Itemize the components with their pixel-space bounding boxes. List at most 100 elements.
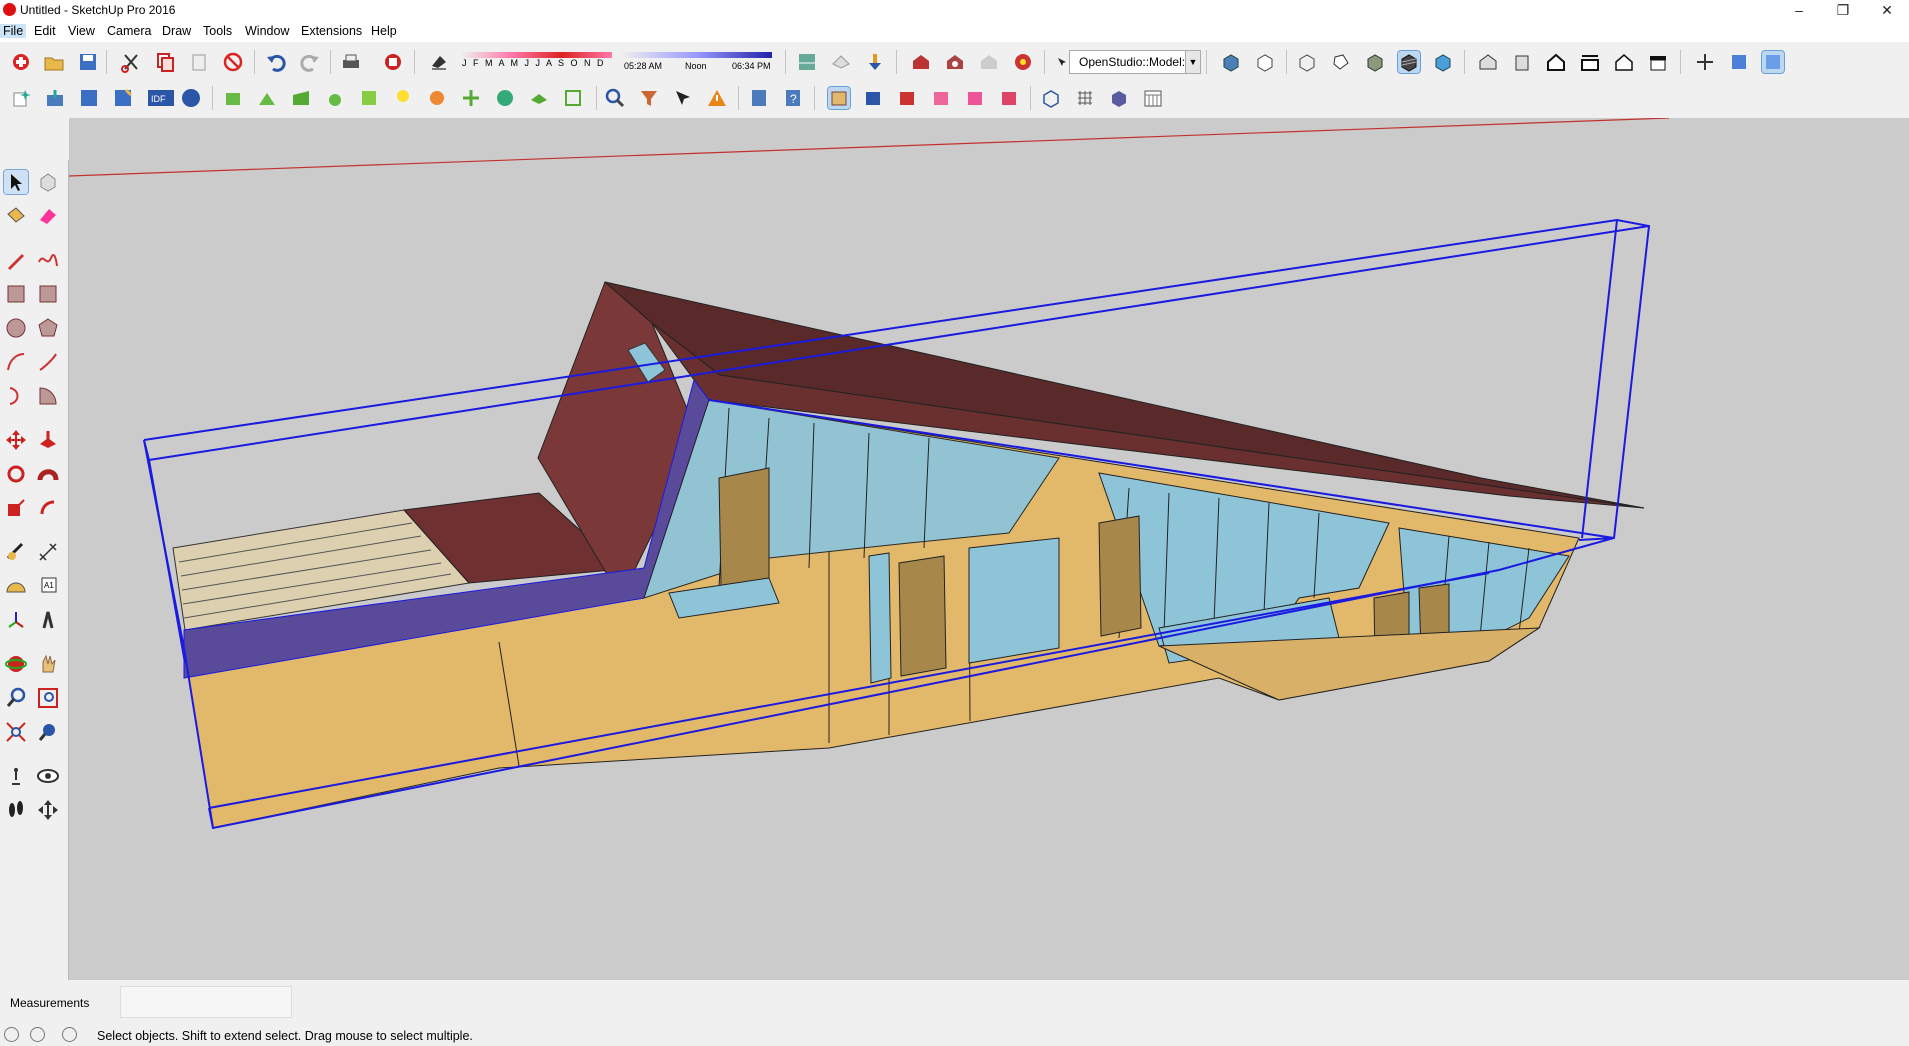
save-openstudio-model-icon[interactable] [78, 87, 100, 109]
previous-view-icon[interactable] [36, 720, 60, 744]
follow-me-icon[interactable] [36, 462, 60, 486]
zoom-extents-icon[interactable] [4, 720, 28, 744]
circle-icon[interactable] [4, 316, 28, 340]
menu-view[interactable]: View [65, 24, 98, 38]
bottom-view-icon[interactable] [1647, 51, 1669, 73]
display-section-cuts-icon[interactable] [1761, 50, 1785, 74]
erase-delete-icon[interactable] [222, 51, 244, 73]
new-interior-partition-icon[interactable] [290, 87, 312, 109]
new-model-icon[interactable] [10, 51, 32, 73]
walk-footprints-icon[interactable] [4, 798, 28, 822]
credits-info-icon[interactable] [30, 1027, 45, 1042]
model-info-icon[interactable] [382, 51, 404, 73]
share-model-icon[interactable] [944, 51, 966, 73]
geo-status-icon[interactable] [4, 1027, 19, 1042]
date-slider[interactable]: J F M A M J J A S O N D [462, 52, 612, 72]
section-plane-icon[interactable] [1694, 51, 1716, 73]
open-openstudio-model-icon[interactable] [44, 87, 66, 109]
export-idf-icon[interactable] [180, 87, 202, 109]
chevron-down-icon[interactable]: ▼ [1185, 51, 1200, 73]
monochrome-icon[interactable] [1432, 51, 1454, 73]
shaded-icon[interactable] [1364, 51, 1386, 73]
geo-location-icon[interactable] [796, 51, 818, 73]
paint-bucket-icon[interactable] [4, 204, 28, 228]
menu-tools[interactable]: Tools [200, 24, 235, 38]
zoom-icon[interactable] [4, 686, 28, 710]
front-view-house-icon[interactable] [1545, 51, 1567, 73]
back-view-icon[interactable] [1579, 51, 1601, 73]
share-component-icon[interactable] [978, 51, 1000, 73]
menu-file[interactable]: File [0, 24, 27, 38]
new-daylighting-icon[interactable] [358, 87, 380, 109]
menu-edit[interactable]: Edit [31, 24, 59, 38]
render-by-story-icon[interactable] [998, 87, 1020, 109]
show-all-icon[interactable] [1040, 87, 1062, 109]
account-icon[interactable] [62, 1027, 77, 1042]
help-icon[interactable]: ? [782, 87, 804, 109]
render-by-class-icon[interactable] [748, 87, 770, 109]
import-idf-icon[interactable]: IDF [146, 87, 176, 109]
minimize-button[interactable]: – [1777, 0, 1821, 22]
new-thermal-zone-icon[interactable] [324, 87, 346, 109]
add-location-icon[interactable] [830, 51, 852, 73]
show-grid-icon[interactable] [1074, 87, 1096, 109]
redo-icon[interactable] [299, 51, 321, 73]
orbit-icon[interactable] [4, 652, 28, 676]
close-button[interactable]: ✕ [1865, 0, 1909, 22]
3d-text-icon[interactable] [36, 608, 60, 632]
show-box-icon[interactable] [1108, 87, 1130, 109]
new-luminaire-icon[interactable] [460, 87, 482, 109]
rectangle-icon[interactable] [4, 282, 28, 306]
warning-icon[interactable] [706, 87, 728, 109]
render-by-surface-type-icon[interactable] [827, 86, 851, 110]
shadow-settings-icon[interactable] [428, 51, 450, 73]
extension-warehouse-icon[interactable] [1012, 51, 1034, 73]
undo-icon[interactable] [265, 51, 287, 73]
wireframe-icon[interactable] [1330, 51, 1352, 73]
time-slider[interactable]: 05:28 AM Noon 06:34 PM [622, 52, 772, 72]
line-pencil-icon[interactable] [4, 248, 28, 272]
space-attributes-icon[interactable] [528, 87, 550, 109]
display-section-planes-icon[interactable] [1728, 51, 1750, 73]
pan-hand-icon[interactable] [36, 652, 60, 676]
move-icon[interactable] [4, 428, 28, 452]
menu-window[interactable]: Window [242, 24, 292, 38]
section-plane-tool-icon[interactable] [36, 798, 60, 822]
axes-icon[interactable] [4, 608, 28, 632]
xray-icon[interactable] [1296, 51, 1318, 73]
new-shading-group-icon[interactable] [256, 87, 278, 109]
render-by-boundary-icon[interactable] [862, 87, 884, 109]
protractor-icon[interactable] [4, 574, 28, 598]
tape-measure-icon[interactable] [4, 540, 28, 564]
eraser-icon[interactable] [36, 204, 60, 228]
shaded-textures-icon[interactable] [1397, 50, 1421, 74]
menu-camera[interactable]: Camera [104, 24, 154, 38]
copy-icon[interactable] [154, 51, 176, 73]
arc-icon[interactable] [4, 350, 28, 374]
standard-iso-house-icon[interactable] [1477, 51, 1499, 73]
render-by-thermal-zone-icon[interactable] [964, 87, 986, 109]
polygon-icon[interactable] [36, 316, 60, 340]
new-illuminance-map-icon[interactable] [392, 87, 414, 109]
push-pull-icon[interactable] [36, 428, 60, 452]
surface-matching-icon[interactable] [494, 87, 516, 109]
zoom-window-icon[interactable] [36, 686, 60, 710]
look-around-eye-icon[interactable] [36, 764, 60, 788]
restore-button[interactable]: ❐ [1821, 0, 1865, 22]
paste-icon[interactable] [188, 51, 210, 73]
render-by-construction-icon[interactable] [896, 87, 918, 109]
offset-icon[interactable] [36, 496, 60, 520]
calendar-icon[interactable] [1142, 87, 1164, 109]
iso-view-icon[interactable] [1220, 51, 1242, 73]
menu-help[interactable]: Help [368, 24, 400, 38]
search-icon[interactable] [604, 87, 626, 109]
scale-icon[interactable] [4, 496, 28, 520]
render-by-space-type-icon[interactable] [930, 87, 952, 109]
right-view-icon[interactable] [1511, 51, 1533, 73]
text-tool-icon[interactable]: A1 [36, 574, 60, 598]
new-space-icon[interactable] [222, 87, 244, 109]
rotated-rectangle-icon[interactable] [36, 282, 60, 306]
dimension-icon[interactable] [36, 540, 60, 564]
make-component-icon[interactable] [36, 170, 60, 194]
openstudio-select-icon[interactable] [1055, 51, 1067, 73]
